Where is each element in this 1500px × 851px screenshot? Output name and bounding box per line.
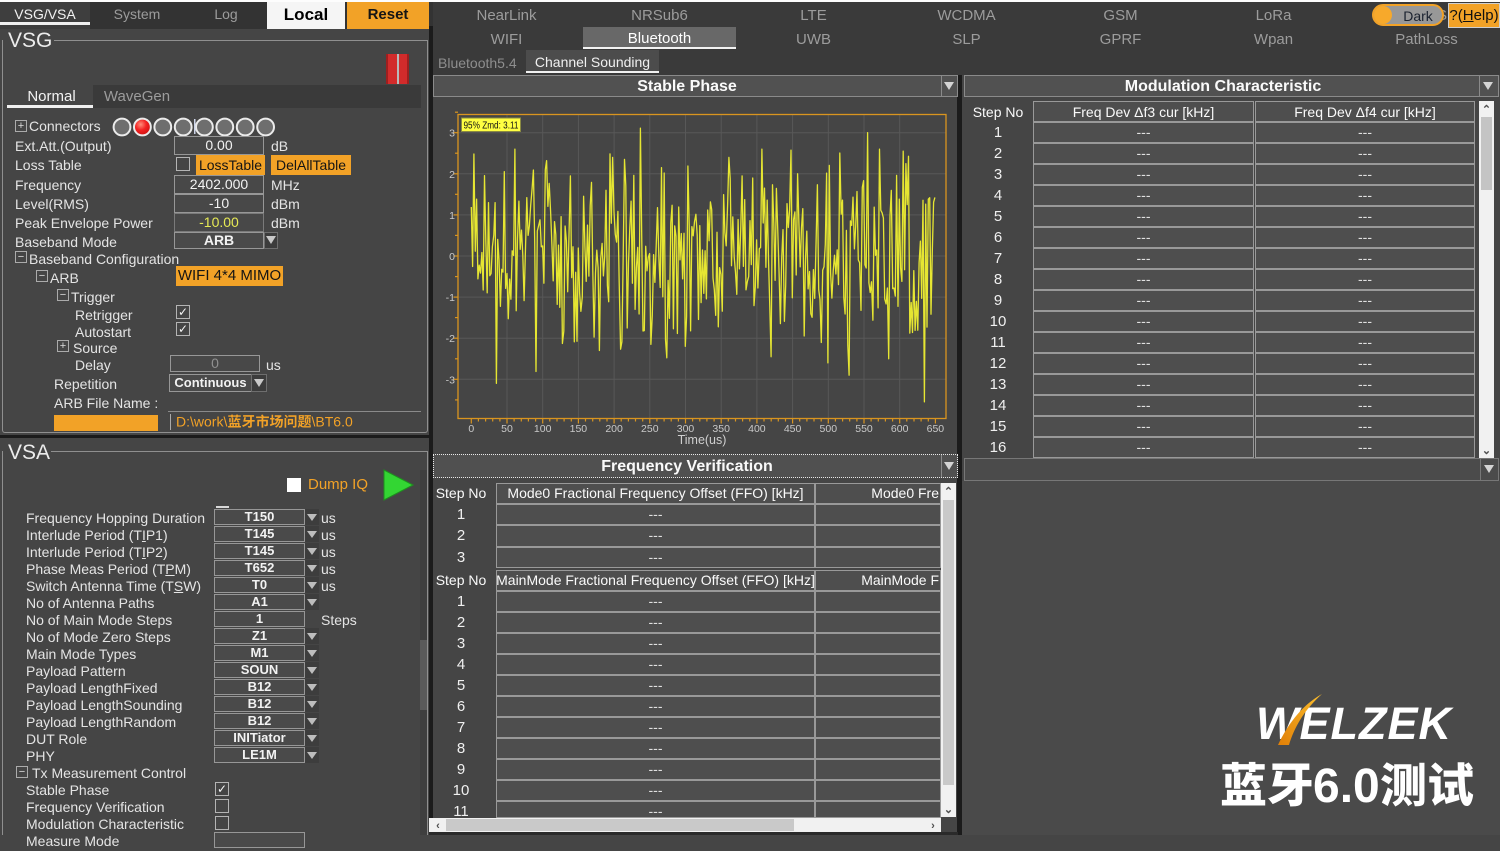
svg-text:\BT6.0: \BT6.0 [312,414,353,430]
svg-text:6.0: 6.0 [1313,760,1380,813]
svg-text:50: 50 [501,423,513,435]
svg-text:D:\work\: D:\work\ [176,414,227,430]
svg-text:1: 1 [449,210,455,222]
svg-text:200: 200 [605,423,623,435]
svg-text:500: 500 [820,423,838,435]
svg-text:100: 100 [534,423,552,435]
svg-text:150: 150 [570,423,588,435]
svg-text:Time(us): Time(us) [678,433,727,447]
svg-text:95% Zmd: 3.11: 95% Zmd: 3.11 [464,121,519,132]
svg-text:-1: -1 [446,292,455,304]
svg-text:600: 600 [891,423,909,435]
svg-text:0: 0 [468,423,474,435]
svg-text:400: 400 [748,423,766,435]
svg-text:3: 3 [449,128,455,140]
svg-text:2: 2 [449,169,455,181]
svg-text:-3: -3 [446,374,455,386]
svg-text:450: 450 [784,423,802,435]
svg-text:-2: -2 [446,333,455,345]
svg-text:650: 650 [927,423,945,435]
svg-text:550: 550 [855,423,873,435]
svg-text:0: 0 [449,251,455,263]
svg-text:250: 250 [641,423,659,435]
